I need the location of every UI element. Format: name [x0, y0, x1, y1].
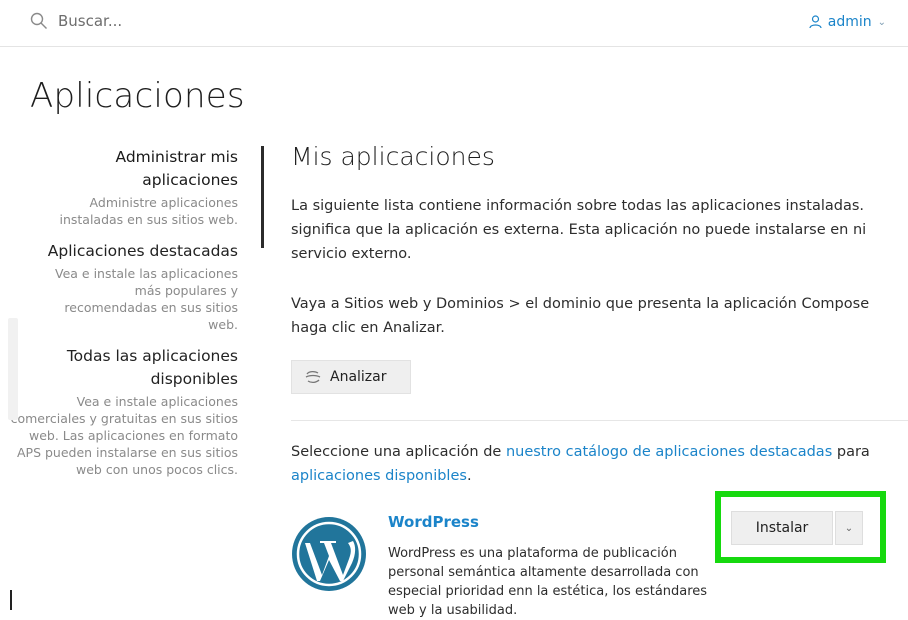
user-name[interactable]: admin	[828, 14, 872, 30]
catalog-paragraph: Seleccione una aplicación de nuestro cat…	[291, 440, 870, 488]
user-icon	[809, 15, 822, 29]
sidebar-item-all-apps[interactable]: Todas las aplicaciones disponibles Vea e…	[0, 345, 250, 478]
sidebar-active-indicator	[261, 146, 264, 248]
analyze-label[interactable]: Analizar	[330, 369, 387, 385]
catalog-prefix: Seleccione una aplicación de	[291, 444, 506, 460]
install-options-button[interactable]: ⌄	[835, 511, 863, 545]
sidebar-item-desc: Vea e instale aplicaciones comerciales y…	[10, 394, 238, 477]
divider	[291, 420, 908, 421]
wordpress-logo-icon	[292, 517, 366, 591]
top-bar: Buscar... admin ⌄	[0, 0, 908, 47]
sidebar: Administrar mis aplicaciones Administre …	[0, 146, 250, 478]
intro-line: significa que la aplicación es externa. …	[291, 222, 867, 238]
available-apps-link[interactable]: aplicaciones disponibles	[291, 468, 467, 484]
search-input[interactable]: Buscar...	[58, 12, 122, 30]
instruction-line: haga clic en Analizar.	[291, 320, 445, 336]
featured-catalog-link[interactable]: nuestro catálogo de aplicaciones destaca…	[506, 444, 832, 460]
chevron-down-icon: ⌄	[844, 522, 854, 534]
catalog-line: Seleccione una aplicación de nuestro cat…	[291, 440, 870, 464]
scan-icon	[305, 370, 321, 384]
sidebar-item-title[interactable]: Todas las aplicaciones disponibles	[0, 345, 238, 391]
sidebar-item-desc: Administre aplicaciones instaladas en su…	[59, 195, 238, 227]
sidebar-item-featured-apps[interactable]: Aplicaciones destacadas Vea e instale la…	[0, 240, 250, 333]
scan-instructions: Vaya a Sitios web y Dominios > el domini…	[291, 292, 869, 340]
analyze-button[interactable]: Analizar	[291, 360, 411, 394]
section-title: Mis aplicaciones	[291, 142, 495, 171]
chevron-down-icon: ⌄	[877, 16, 886, 28]
scrollbar[interactable]	[8, 318, 18, 420]
search-icon	[30, 12, 47, 29]
sidebar-item-title[interactable]: Administrar mis aplicaciones	[0, 146, 238, 192]
sidebar-item-title[interactable]: Aplicaciones destacadas	[0, 240, 238, 263]
text-cursor	[10, 590, 12, 610]
catalog-middle: para	[832, 444, 870, 460]
search-box[interactable]: Buscar...	[30, 12, 122, 30]
sidebar-item-desc: Vea e instale las aplicaciones más popul…	[55, 266, 238, 332]
intro-line: La siguiente lista contiene información …	[291, 198, 865, 214]
intro-line: servicio externo.	[291, 246, 412, 262]
main-content: Mis aplicaciones La siguiente lista cont…	[291, 142, 908, 618]
intro-paragraph: La siguiente lista contiene información …	[291, 194, 866, 266]
catalog-line: aplicaciones disponibles.	[291, 464, 870, 488]
install-button[interactable]: Instalar	[731, 511, 833, 545]
app-description: WordPress es una plataforma de publicaci…	[388, 546, 708, 618]
instruction-line: Vaya a Sitios web y Dominios > el domini…	[291, 296, 870, 312]
app-name-link[interactable]: WordPress	[388, 513, 479, 531]
page-title: Aplicaciones	[30, 76, 245, 116]
sidebar-item-manage-apps[interactable]: Administrar mis aplicaciones Administre …	[0, 146, 250, 228]
catalog-suffix: .	[466, 468, 472, 484]
user-menu[interactable]: admin ⌄	[809, 14, 886, 30]
